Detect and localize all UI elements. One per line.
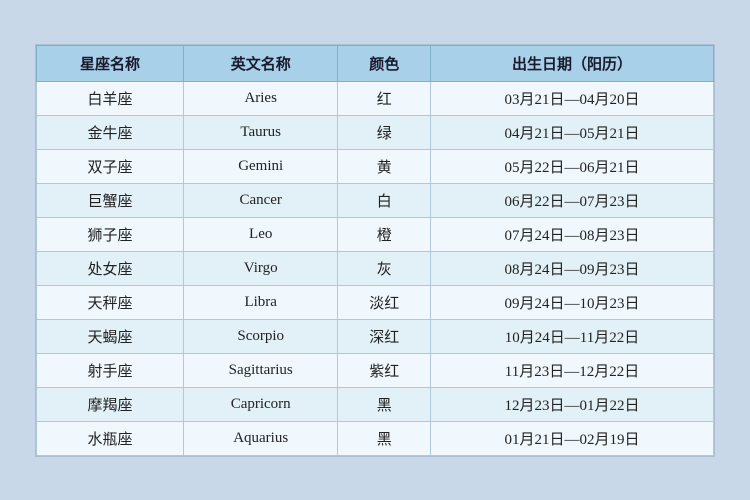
cell-color: 绿 <box>338 115 431 149</box>
cell-color: 灰 <box>338 251 431 285</box>
cell-dates: 12月23日—01月22日 <box>430 387 713 421</box>
table-row: 白羊座Aries红03月21日—04月20日 <box>37 81 714 115</box>
cell-english-name: Leo <box>183 217 337 251</box>
table-row: 处女座Virgo灰08月24日—09月23日 <box>37 251 714 285</box>
table-body: 白羊座Aries红03月21日—04月20日金牛座Taurus绿04月21日—0… <box>37 81 714 455</box>
zodiac-table: 星座名称 英文名称 颜色 出生日期（阳历） 白羊座Aries红03月21日—04… <box>36 45 714 456</box>
table-row: 天蝎座Scorpio深红10月24日—11月22日 <box>37 319 714 353</box>
cell-chinese-name: 白羊座 <box>37 81 184 115</box>
cell-color: 橙 <box>338 217 431 251</box>
cell-english-name: Scorpio <box>183 319 337 353</box>
cell-english-name: Aries <box>183 81 337 115</box>
cell-english-name: Aquarius <box>183 421 337 455</box>
cell-chinese-name: 天秤座 <box>37 285 184 319</box>
cell-dates: 05月22日—06月21日 <box>430 149 713 183</box>
cell-dates: 10月24日—11月22日 <box>430 319 713 353</box>
cell-color: 深红 <box>338 319 431 353</box>
cell-english-name: Capricorn <box>183 387 337 421</box>
cell-english-name: Taurus <box>183 115 337 149</box>
cell-color: 黑 <box>338 421 431 455</box>
cell-dates: 07月24日—08月23日 <box>430 217 713 251</box>
header-birthdate: 出生日期（阳历） <box>430 45 713 81</box>
cell-dates: 04月21日—05月21日 <box>430 115 713 149</box>
cell-color: 紫红 <box>338 353 431 387</box>
cell-color: 黑 <box>338 387 431 421</box>
cell-chinese-name: 巨蟹座 <box>37 183 184 217</box>
cell-english-name: Gemini <box>183 149 337 183</box>
table-row: 双子座Gemini黄05月22日—06月21日 <box>37 149 714 183</box>
header-english-name: 英文名称 <box>183 45 337 81</box>
table-row: 摩羯座Capricorn黑12月23日—01月22日 <box>37 387 714 421</box>
cell-color: 白 <box>338 183 431 217</box>
cell-chinese-name: 射手座 <box>37 353 184 387</box>
cell-chinese-name: 双子座 <box>37 149 184 183</box>
table-row: 水瓶座Aquarius黑01月21日—02月19日 <box>37 421 714 455</box>
cell-dates: 03月21日—04月20日 <box>430 81 713 115</box>
table-row: 天秤座Libra淡红09月24日—10月23日 <box>37 285 714 319</box>
cell-dates: 09月24日—10月23日 <box>430 285 713 319</box>
table-row: 射手座Sagittarius紫红11月23日—12月22日 <box>37 353 714 387</box>
cell-chinese-name: 天蝎座 <box>37 319 184 353</box>
cell-chinese-name: 水瓶座 <box>37 421 184 455</box>
header-chinese-name: 星座名称 <box>37 45 184 81</box>
cell-dates: 01月21日—02月19日 <box>430 421 713 455</box>
cell-english-name: Sagittarius <box>183 353 337 387</box>
cell-chinese-name: 处女座 <box>37 251 184 285</box>
cell-color: 红 <box>338 81 431 115</box>
cell-chinese-name: 金牛座 <box>37 115 184 149</box>
cell-english-name: Virgo <box>183 251 337 285</box>
table-row: 金牛座Taurus绿04月21日—05月21日 <box>37 115 714 149</box>
cell-dates: 08月24日—09月23日 <box>430 251 713 285</box>
cell-chinese-name: 摩羯座 <box>37 387 184 421</box>
table-row: 巨蟹座Cancer白06月22日—07月23日 <box>37 183 714 217</box>
zodiac-table-container: 星座名称 英文名称 颜色 出生日期（阳历） 白羊座Aries红03月21日—04… <box>35 44 715 457</box>
cell-dates: 06月22日—07月23日 <box>430 183 713 217</box>
table-header-row: 星座名称 英文名称 颜色 出生日期（阳历） <box>37 45 714 81</box>
table-row: 狮子座Leo橙07月24日—08月23日 <box>37 217 714 251</box>
cell-color: 淡红 <box>338 285 431 319</box>
cell-dates: 11月23日—12月22日 <box>430 353 713 387</box>
cell-color: 黄 <box>338 149 431 183</box>
cell-english-name: Cancer <box>183 183 337 217</box>
cell-english-name: Libra <box>183 285 337 319</box>
header-color: 颜色 <box>338 45 431 81</box>
cell-chinese-name: 狮子座 <box>37 217 184 251</box>
